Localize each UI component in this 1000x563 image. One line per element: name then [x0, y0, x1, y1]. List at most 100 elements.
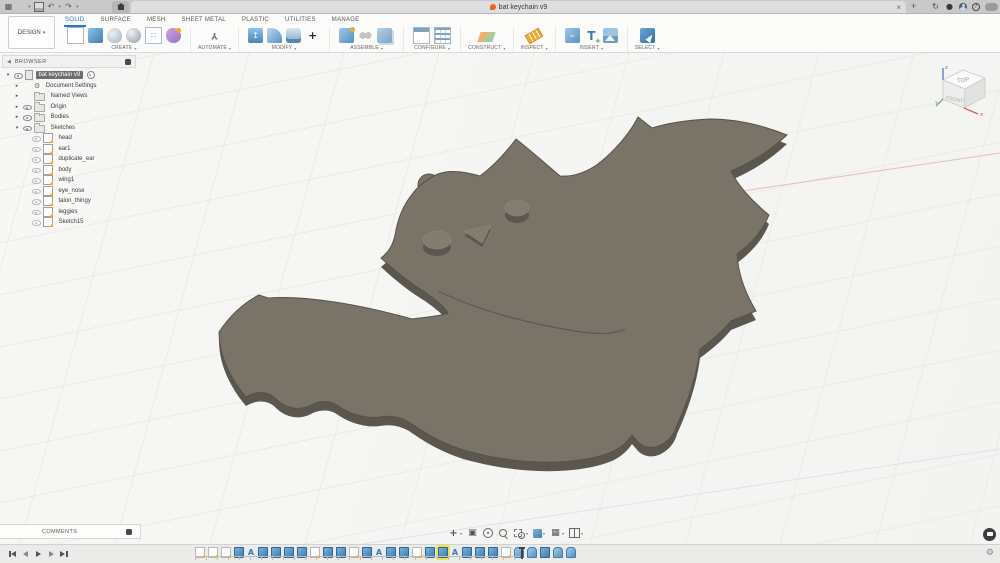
zoom-window-caret-icon[interactable]: ▾ — [526, 531, 528, 536]
design-workspace-switcher[interactable]: DESIGN ▾ — [8, 16, 55, 49]
step-back-button[interactable] — [20, 549, 30, 559]
timeline-feature-fillet[interactable] — [527, 547, 537, 558]
profile-icon[interactable] — [959, 3, 967, 11]
measure-icon[interactable] — [525, 27, 544, 44]
insert-derive-icon[interactable]: ∞ — [565, 28, 580, 43]
browser-node-ear1[interactable]: ear1 — [2, 144, 136, 155]
browser-node-bat-keychain-v9[interactable]: ▾bat keychain v9 — [2, 70, 136, 81]
play-button[interactable] — [33, 549, 43, 559]
tab-surface[interactable]: SURFACE — [100, 15, 132, 27]
group-label-inspect[interactable]: INSPECT — [521, 45, 544, 51]
visibility-eye-icon[interactable] — [32, 144, 41, 153]
automate-icon[interactable]: Y — [207, 28, 222, 43]
tab-manage[interactable]: MANAGE — [331, 15, 361, 27]
form-icon[interactable] — [166, 28, 181, 43]
pan-caret-icon[interactable]: ▾ — [460, 531, 462, 536]
browser-node-head[interactable]: head — [2, 133, 136, 144]
visibility-eye-icon[interactable] — [32, 155, 41, 164]
viewports-icon[interactable] — [569, 528, 580, 538]
orbit-icon[interactable] — [483, 528, 493, 538]
revolve-icon[interactable] — [107, 28, 122, 43]
browser-node-bodies[interactable]: ▸Bodies — [2, 112, 136, 123]
collapse-arrow-icon[interactable]: ▸ — [14, 83, 20, 89]
timeline-marker[interactable] — [521, 547, 523, 559]
save-icon[interactable] — [34, 2, 44, 12]
viewport-canvas[interactable] — [0, 13, 1000, 563]
tab-plastic[interactable]: PLASTIC — [241, 15, 270, 27]
view-cube[interactable]: TOP FRONT Z Y X — [934, 55, 996, 119]
step-forward-button[interactable] — [46, 549, 56, 559]
extrude-icon[interactable] — [88, 28, 103, 43]
pan-icon[interactable] — [448, 528, 459, 539]
shell-icon[interactable] — [286, 28, 301, 43]
comments-bar[interactable]: COMMENTS — [0, 524, 141, 539]
primitive-icon[interactable]: ∷ — [145, 27, 162, 44]
bat-model[interactable] — [219, 117, 787, 471]
joint-icon[interactable] — [358, 28, 373, 43]
new-tab-button[interactable]: + — [911, 1, 916, 11]
browser-menu-icon[interactable] — [125, 59, 131, 65]
browser-node-wing1[interactable]: wing1 — [2, 175, 136, 186]
expand-arrow-icon[interactable]: ▾ — [14, 125, 20, 131]
sphere-icon[interactable] — [126, 28, 141, 43]
help-icon[interactable]: ? — [972, 3, 980, 11]
visibility-eye-icon[interactable] — [32, 186, 41, 195]
fit-icon[interactable]: ▣ — [467, 528, 478, 539]
timeline-settings-gear-icon[interactable]: ⚙ — [986, 548, 994, 558]
browser-node-eye-nose[interactable]: eye_nose — [2, 186, 136, 197]
create-sketch-icon[interactable] — [67, 27, 84, 44]
grid-display-icon[interactable]: ▦ — [550, 528, 561, 539]
visibility-eye-icon[interactable] — [23, 113, 32, 122]
browser-node-body[interactable]: body — [2, 165, 136, 176]
collapse-arrow-icon[interactable]: ▸ — [14, 93, 20, 99]
expand-arrow-icon[interactable]: ▾ — [5, 72, 11, 78]
visibility-eye-icon[interactable] — [32, 134, 41, 143]
browser-node-sketch15[interactable]: Sketch15 — [2, 217, 136, 228]
tab-mesh[interactable]: MESH — [146, 15, 167, 27]
display-icon[interactable] — [533, 529, 542, 538]
visibility-eye-icon[interactable] — [32, 176, 41, 185]
browser-header[interactable]: ◀ BROWSER — [2, 55, 136, 68]
comments-menu-icon[interactable] — [126, 529, 132, 535]
tab-solid[interactable]: SOLID — [64, 15, 86, 27]
group-label-create[interactable]: CREATE — [111, 45, 132, 51]
press-pull-icon[interactable]: ↥ — [248, 28, 263, 43]
grid-display-caret-icon[interactable]: ▾ — [562, 531, 564, 536]
browser-node-sketches[interactable]: ▾Sketches — [2, 123, 136, 134]
visibility-eye-icon[interactable] — [14, 71, 23, 80]
select-icon[interactable] — [640, 28, 655, 43]
group-label-automate[interactable]: AUTOMATE — [198, 45, 227, 51]
visibility-eye-icon[interactable] — [32, 207, 41, 216]
tab-sheet-metal[interactable]: SHEET METAL — [181, 15, 227, 27]
skip-to-end-button[interactable] — [59, 549, 69, 559]
zoom-icon[interactable] — [498, 528, 509, 539]
zoom-window-icon[interactable] — [514, 528, 525, 539]
group-label-construct[interactable]: CONSTRUCT — [468, 45, 501, 51]
apps-icon[interactable] — [985, 3, 998, 11]
config-table-icon[interactable] — [434, 27, 451, 44]
move-icon[interactable]: + — [305, 28, 320, 43]
skip-to-start-button[interactable] — [7, 549, 17, 559]
sync-icon[interactable]: ↻ — [931, 2, 940, 11]
visibility-eye-icon[interactable] — [23, 123, 32, 132]
browser-node-talon-thingy[interactable]: talon_thingy — [2, 196, 136, 207]
browser-node-origin[interactable]: ▸Origin — [2, 102, 136, 113]
browser-node-named-views[interactable]: ▸Named Views — [2, 91, 136, 102]
group-label-configure[interactable]: CONFIGURE — [414, 45, 446, 51]
tab-utilities[interactable]: UTILITIES — [284, 15, 317, 27]
group-label-insert[interactable]: INSERT — [580, 45, 599, 51]
visibility-eye-icon[interactable] — [32, 218, 41, 227]
redo-caret-icon[interactable]: ▾ — [76, 4, 79, 10]
collapse-arrow-icon[interactable]: ▸ — [14, 104, 20, 110]
group-label-select[interactable]: SELECT — [635, 45, 656, 51]
timeline-feature-extrude[interactable] — [540, 547, 550, 558]
collapse-panel-icon[interactable]: ◀ — [7, 59, 11, 65]
group-label-modify[interactable]: MODIFY — [272, 45, 293, 51]
file-menu-caret-icon[interactable]: ▾ — [28, 4, 31, 10]
app-grid-icon[interactable]: ▦ — [4, 2, 13, 11]
visibility-eye-icon[interactable] — [23, 102, 32, 111]
undo-caret-icon[interactable]: ▾ — [59, 4, 62, 10]
visibility-eye-icon[interactable] — [32, 165, 41, 174]
file-menu-icon[interactable] — [16, 2, 25, 11]
viewports-caret-icon[interactable]: ▾ — [581, 531, 583, 536]
